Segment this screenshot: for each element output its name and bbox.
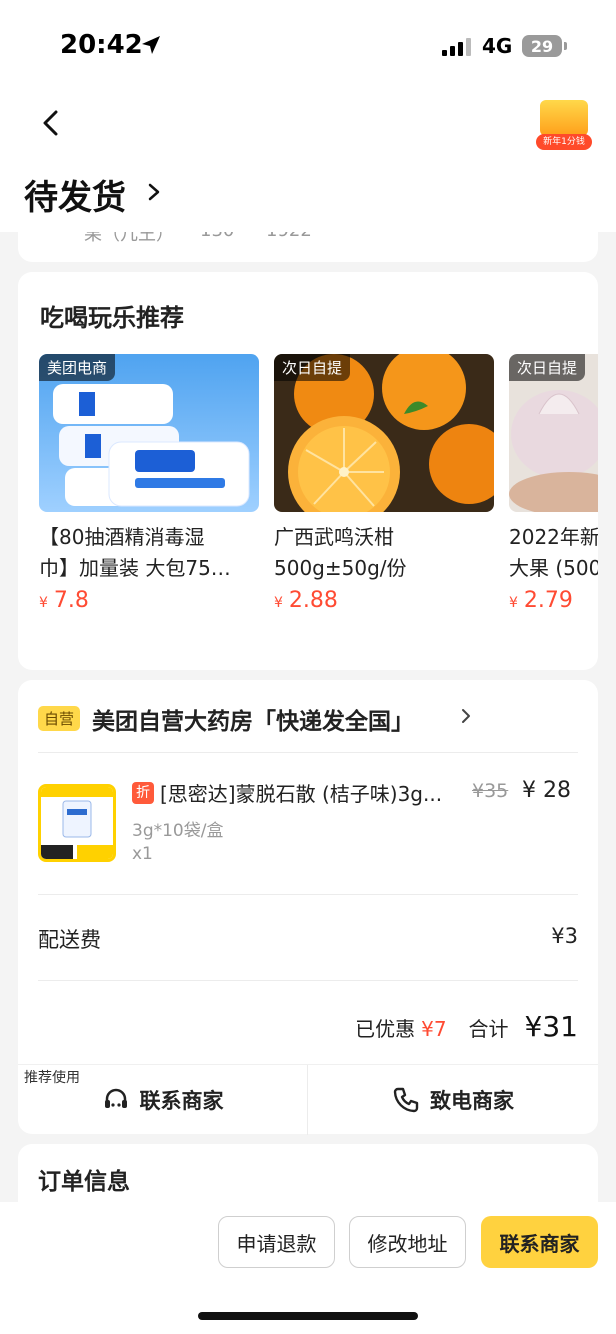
recommend-name-line: 500g±50g/份	[274, 556, 407, 580]
product-name[interactable]: [思密达]蒙脱石散 (桔子味)3g...	[160, 778, 466, 807]
currency-symbol: ¥	[274, 595, 283, 611]
store-name[interactable]: 美团自营大药房「快递发全国」	[92, 702, 414, 736]
total-label: 合计	[468, 1017, 509, 1041]
contact-merchant-button[interactable]: 联系商家	[18, 1065, 307, 1135]
original-price: ¥35	[472, 780, 509, 802]
promo-label: 新年1分钱	[536, 134, 592, 150]
divider	[38, 752, 578, 753]
signal-icon	[442, 36, 471, 56]
current-price: ¥ 28	[522, 778, 571, 803]
recommend-name: 【80抽酒精消毒湿 巾】加量装 大包75…	[39, 522, 259, 584]
recommend-name-line: 大果 (500	[509, 556, 598, 580]
product-thumbnail[interactable]	[38, 784, 116, 862]
recommend-name-line: 【80抽酒精消毒湿	[39, 525, 205, 549]
product-quantity: x1	[132, 844, 153, 864]
price-value: 7.8	[53, 588, 89, 613]
status-time: 20:42	[60, 30, 143, 60]
back-icon[interactable]	[36, 108, 66, 138]
recommend-name: 2022年新 大果 (500	[509, 522, 598, 584]
promo-badge[interactable]: 新年1分钱	[536, 96, 592, 152]
gift-box-icon	[540, 100, 588, 136]
order-total-row: 已优惠 ¥7 合计 ¥31	[355, 1010, 578, 1043]
battery-icon: 29	[522, 35, 562, 57]
recommend-name-line: 广西武鸣沃柑	[274, 525, 394, 549]
previous-card-fragment: 果（几王） 130 1922	[18, 232, 598, 262]
contact-merchant-label: 联系商家	[139, 1089, 224, 1113]
recommend-name-line: 2022年新	[509, 525, 598, 549]
battery-tip	[564, 42, 567, 50]
chevron-right-icon[interactable]	[146, 182, 162, 202]
recommend-item[interactable]: 美团电商 【80抽酒精消毒湿 巾】加量装 大包75… ¥7.8	[39, 354, 259, 613]
delivery-fee-value: ¥3	[551, 924, 578, 948]
divider	[38, 980, 578, 981]
fragment-text: 1922	[266, 232, 312, 241]
price-value: 2.79	[523, 588, 573, 613]
chevron-right-icon[interactable]	[460, 708, 472, 724]
recommend-tag: 次日自提	[274, 354, 351, 381]
call-merchant-button[interactable]: 致电商家	[308, 1065, 598, 1135]
page-header: 新年1分钱 待发货	[0, 90, 616, 232]
phone-icon	[393, 1087, 419, 1113]
home-indicator	[198, 1312, 418, 1320]
recommend-name: 广西武鸣沃柑 500g±50g/份	[274, 522, 494, 584]
recommend-price: ¥7.8	[39, 588, 259, 613]
product-image-garlic: 次日自提	[509, 354, 598, 512]
recommend-tag: 美团电商	[39, 354, 116, 381]
price-value: 2.88	[288, 588, 338, 613]
order-info-title: 订单信息	[38, 1169, 130, 1195]
call-merchant-label: 致电商家	[430, 1089, 514, 1113]
fragment-text: 130	[200, 232, 234, 241]
recommend-tag: 次日自提	[509, 354, 586, 381]
product-image-wipes: 美团电商	[39, 354, 259, 512]
medicine-box-illustration	[41, 787, 113, 859]
recommend-item[interactable]: 次日自提 2022年新 大果 (500 ¥2.79	[509, 354, 598, 613]
fragment-text: 果（几王）	[84, 232, 174, 245]
contact-merchant-primary-button[interactable]: 联系商家	[481, 1216, 598, 1268]
recommend-item[interactable]: 次日自提 广西武鸣沃柑 500g±50g/份 ¥2.88	[274, 354, 494, 613]
discount-label: 已优惠	[355, 1017, 416, 1041]
total-value: ¥31	[524, 1010, 578, 1043]
refund-button[interactable]: 申请退款	[218, 1216, 335, 1268]
order-card: 自营 美团自营大药房「快递发全国」 折 [思密达]蒙脱石散 (桔子味)3g...…	[18, 680, 598, 1135]
network-type: 4G	[482, 34, 513, 58]
discount-badge: 折	[132, 782, 154, 804]
recommend-title: 吃喝玩乐推荐	[40, 304, 184, 332]
self-operated-badge: 自营	[38, 706, 81, 731]
discount-value: ¥7	[421, 1017, 447, 1041]
currency-symbol: ¥	[509, 595, 518, 611]
page-title[interactable]: 待发货	[24, 170, 126, 219]
recommend-price: ¥2.79	[509, 588, 598, 613]
recommend-card: 吃喝玩乐推荐 美团电商 【80抽酒精消毒湿 巾】加量装 大包75… ¥7.8 次…	[18, 272, 598, 670]
divider	[38, 894, 578, 895]
status-bar: 20:42 4G 29	[0, 0, 616, 90]
contact-action-row: 推荐使用 联系商家 致电商家	[18, 1064, 598, 1135]
product-spec: 3g*10袋/盒	[132, 821, 224, 841]
product-image-oranges: 次日自提	[274, 354, 494, 512]
headset-icon	[104, 1088, 127, 1108]
bottom-action-bar: 申请退款 修改地址 联系商家	[0, 1202, 616, 1334]
currency-symbol: ¥	[39, 595, 48, 611]
delivery-fee-label: 配送费	[38, 928, 101, 952]
edit-address-button[interactable]: 修改地址	[349, 1216, 466, 1268]
location-arrow-icon	[142, 36, 160, 54]
recommend-name-line: 巾】加量装 大包75…	[39, 556, 231, 580]
recommend-price: ¥2.88	[274, 588, 494, 613]
